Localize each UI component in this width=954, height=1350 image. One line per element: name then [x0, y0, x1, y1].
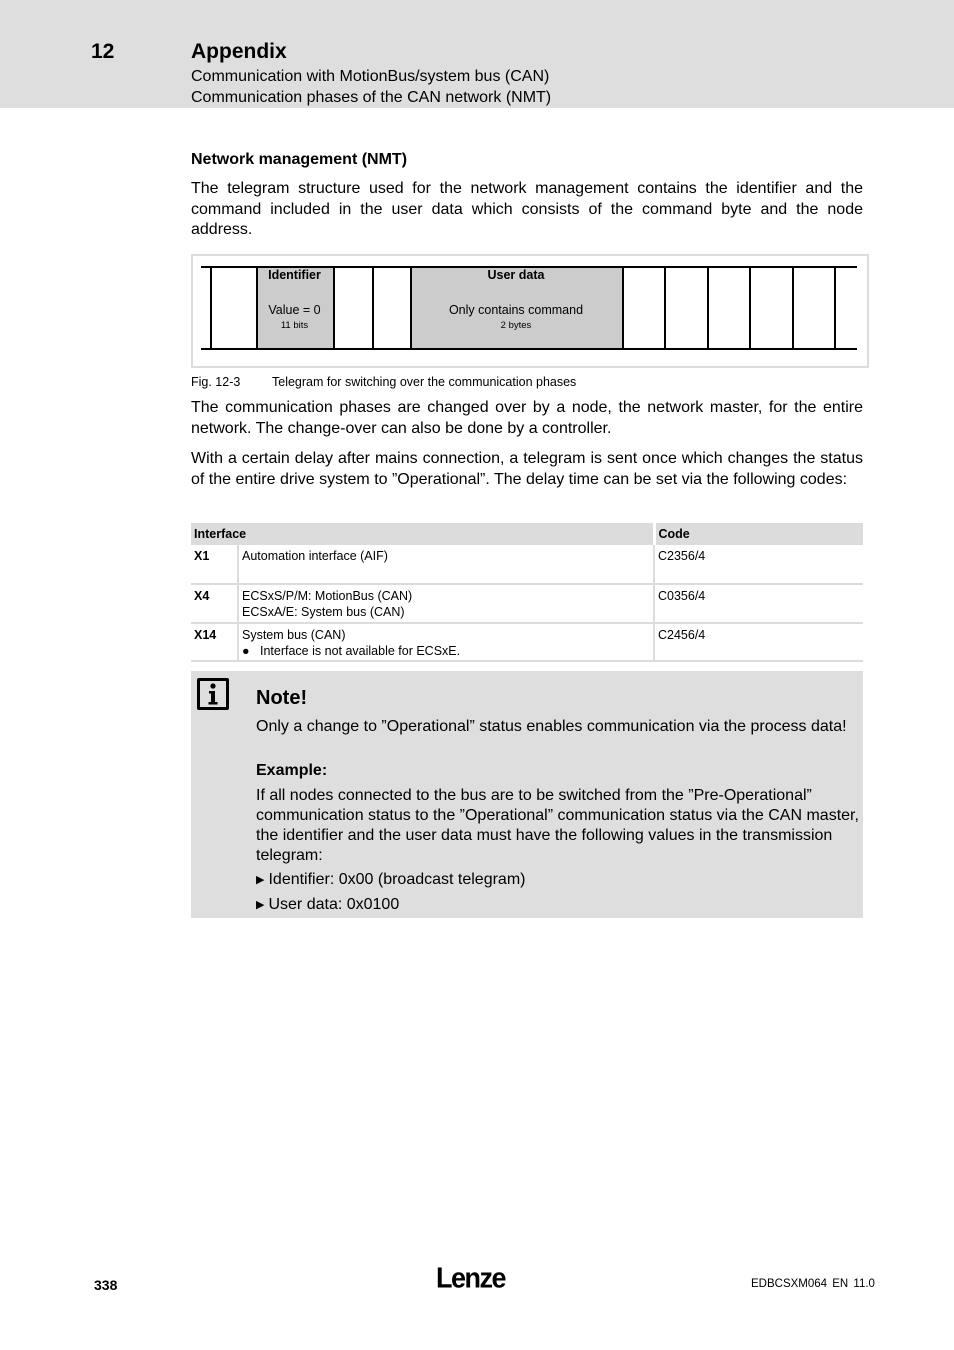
page-number: 338 [94, 1277, 118, 1293]
section-heading: Network management (NMT) [191, 151, 408, 168]
description-cell: System bus (CAN) ● Interface is not avail… [238, 623, 655, 662]
note-bullet-text: User data: 0x0100 [268, 896, 400, 913]
table-row: X14 System bus (CAN) ● Interface is not a… [191, 623, 863, 662]
user-data-title: User data [487, 268, 545, 282]
bullet-dot-icon: ● [242, 644, 250, 658]
breadcrumb-level-2: Communication phases of the CAN network … [191, 89, 552, 106]
interface-table: Interface Code X1 Automation interface (… [191, 523, 863, 662]
figure-caption: Telegram for switching over the communic… [272, 375, 577, 389]
note-text: Only a change to ”Operational” status en… [256, 718, 847, 735]
identifier-value: Value = 0 [268, 303, 321, 317]
identifier-size: 11 bits [280, 320, 309, 331]
code-cell: C2456/4 [654, 623, 863, 662]
header-code: Code [652, 523, 863, 545]
figure-number: Fig. 12-3 [191, 375, 241, 389]
telegram-divider [256, 266, 258, 349]
info-icon [197, 678, 229, 710]
note-bullet-text: Identifier: 0x00 (broadcast telegram) [268, 871, 526, 888]
telegram-divider [707, 266, 709, 349]
user-data-value: Only contains command [448, 303, 584, 317]
note-example-label: Example: [256, 762, 328, 779]
telegram-divider [410, 266, 412, 349]
chapter-title: Appendix [191, 40, 287, 63]
note-bullet: ▶ User data: 0x0100 [256, 895, 856, 915]
triangle-right-icon: ▶ [256, 899, 265, 911]
bullet-line: ● Interface is not available for ECSxE. [242, 643, 650, 659]
identifier-field: Identifier Value = 0 11 bits [256, 267, 333, 348]
connector-cell: X1 [191, 545, 239, 585]
user-data-field: User data Only contains command 2 bytes [410, 267, 622, 348]
telegram-top-line [201, 266, 857, 268]
table-row: X4 ECSxS/P/M: MotionBus (CAN) ECSxA/E: S… [191, 584, 863, 624]
identifier-title: Identifier [268, 268, 321, 282]
description-line: ECSxA/E: System bus (CAN) [242, 605, 405, 619]
telegram-divider [333, 266, 335, 349]
intro-paragraph: The telegram structure used for the netw… [191, 180, 863, 238]
telegram-divider [622, 266, 624, 349]
body-paragraph: The communication phases are changed ove… [191, 399, 863, 437]
triangle-right-icon: ▶ [256, 874, 265, 886]
code-cell: C0356/4 [654, 584, 863, 624]
code-cell: C2356/4 [654, 545, 863, 585]
header-interface: Interface [191, 523, 654, 545]
note-title: Note! [256, 687, 308, 709]
description-line: Automation interface (AIF) [242, 549, 388, 563]
table-header-row: Interface Code [191, 523, 863, 545]
document-id: EDBCSXM064 EN 11.0 [751, 1278, 875, 1290]
description-cell: Automation interface (AIF) [238, 545, 655, 585]
telegram-divider [372, 266, 374, 349]
body-paragraph: With a certain delay after mains connect… [191, 450, 863, 488]
table-row: X1 Automation interface (AIF) C2356/4 [191, 545, 863, 585]
description-line: ECSxS/P/M: MotionBus (CAN) [242, 589, 413, 603]
telegram-divider [664, 266, 666, 349]
breadcrumb-level-1: Communication with MotionBus/system bus … [191, 68, 550, 85]
telegram-bottom-line [201, 348, 857, 350]
telegram-divider [210, 266, 212, 349]
connector-cell: X4 [191, 584, 239, 624]
note-bullet: ▶ Identifier: 0x00 (broadcast telegram) [256, 870, 856, 890]
connector-cell: X14 [191, 623, 239, 662]
lenze-logo: Lenze [436, 1262, 507, 1294]
telegram-divider [792, 266, 794, 349]
chapter-number: 12 [91, 40, 115, 63]
telegram-divider [749, 266, 751, 349]
description-line: System bus (CAN) [242, 628, 346, 642]
bullet-text: Interface is not available for ECSxE. [260, 644, 461, 658]
note-example-text: If all nodes connected to the bus are to… [256, 787, 859, 864]
telegram-divider [834, 266, 836, 349]
description-cell: ECSxS/P/M: MotionBus (CAN) ECSxA/E: Syst… [238, 584, 655, 624]
user-data-size: 2 bytes [500, 320, 532, 331]
